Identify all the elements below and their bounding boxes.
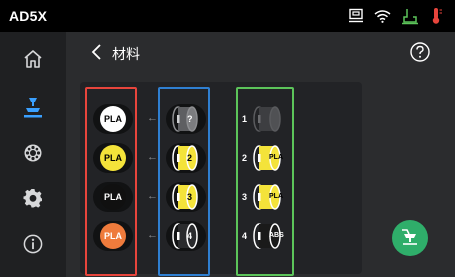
print-job-icon [401, 7, 419, 25]
wifi-icon [374, 9, 391, 23]
page-title: 材料 [112, 46, 140, 62]
help-button[interactable] [409, 41, 431, 63]
settings-icon [23, 188, 43, 213]
sidebar-item-print[interactable] [0, 88, 66, 132]
slot-list-highlight [236, 87, 294, 276]
material-icon [23, 143, 43, 168]
mapped-spool-highlight [158, 87, 210, 276]
load-filament-button[interactable] [392, 220, 428, 256]
sidebar-item-info[interactable] [0, 224, 66, 268]
sidebar-item-settings[interactable] [0, 178, 66, 222]
chevron-left-icon [88, 44, 106, 66]
mapping-arrow: ← [147, 112, 158, 124]
help-icon [409, 42, 431, 67]
mapping-arrow: ← [147, 151, 158, 163]
home-icon [23, 49, 43, 74]
status-icons [348, 5, 443, 27]
print-icon [23, 97, 43, 124]
printer-icon [348, 8, 364, 24]
mapping-arrow: ← [147, 190, 158, 202]
sidebar-item-material[interactable] [0, 133, 66, 177]
mapping-arrow: ← [147, 229, 158, 241]
page-header: 材料 [66, 32, 455, 72]
info-icon [23, 234, 43, 259]
thermometer-icon [429, 7, 443, 25]
status-bar: AD5X [0, 0, 455, 32]
sidebar-item-home[interactable] [0, 39, 66, 83]
app-title: AD5X [9, 8, 48, 24]
material-list-highlight [85, 87, 137, 276]
sidebar [0, 32, 66, 277]
load-filament-icon [399, 225, 421, 252]
back-button[interactable] [88, 42, 106, 62]
